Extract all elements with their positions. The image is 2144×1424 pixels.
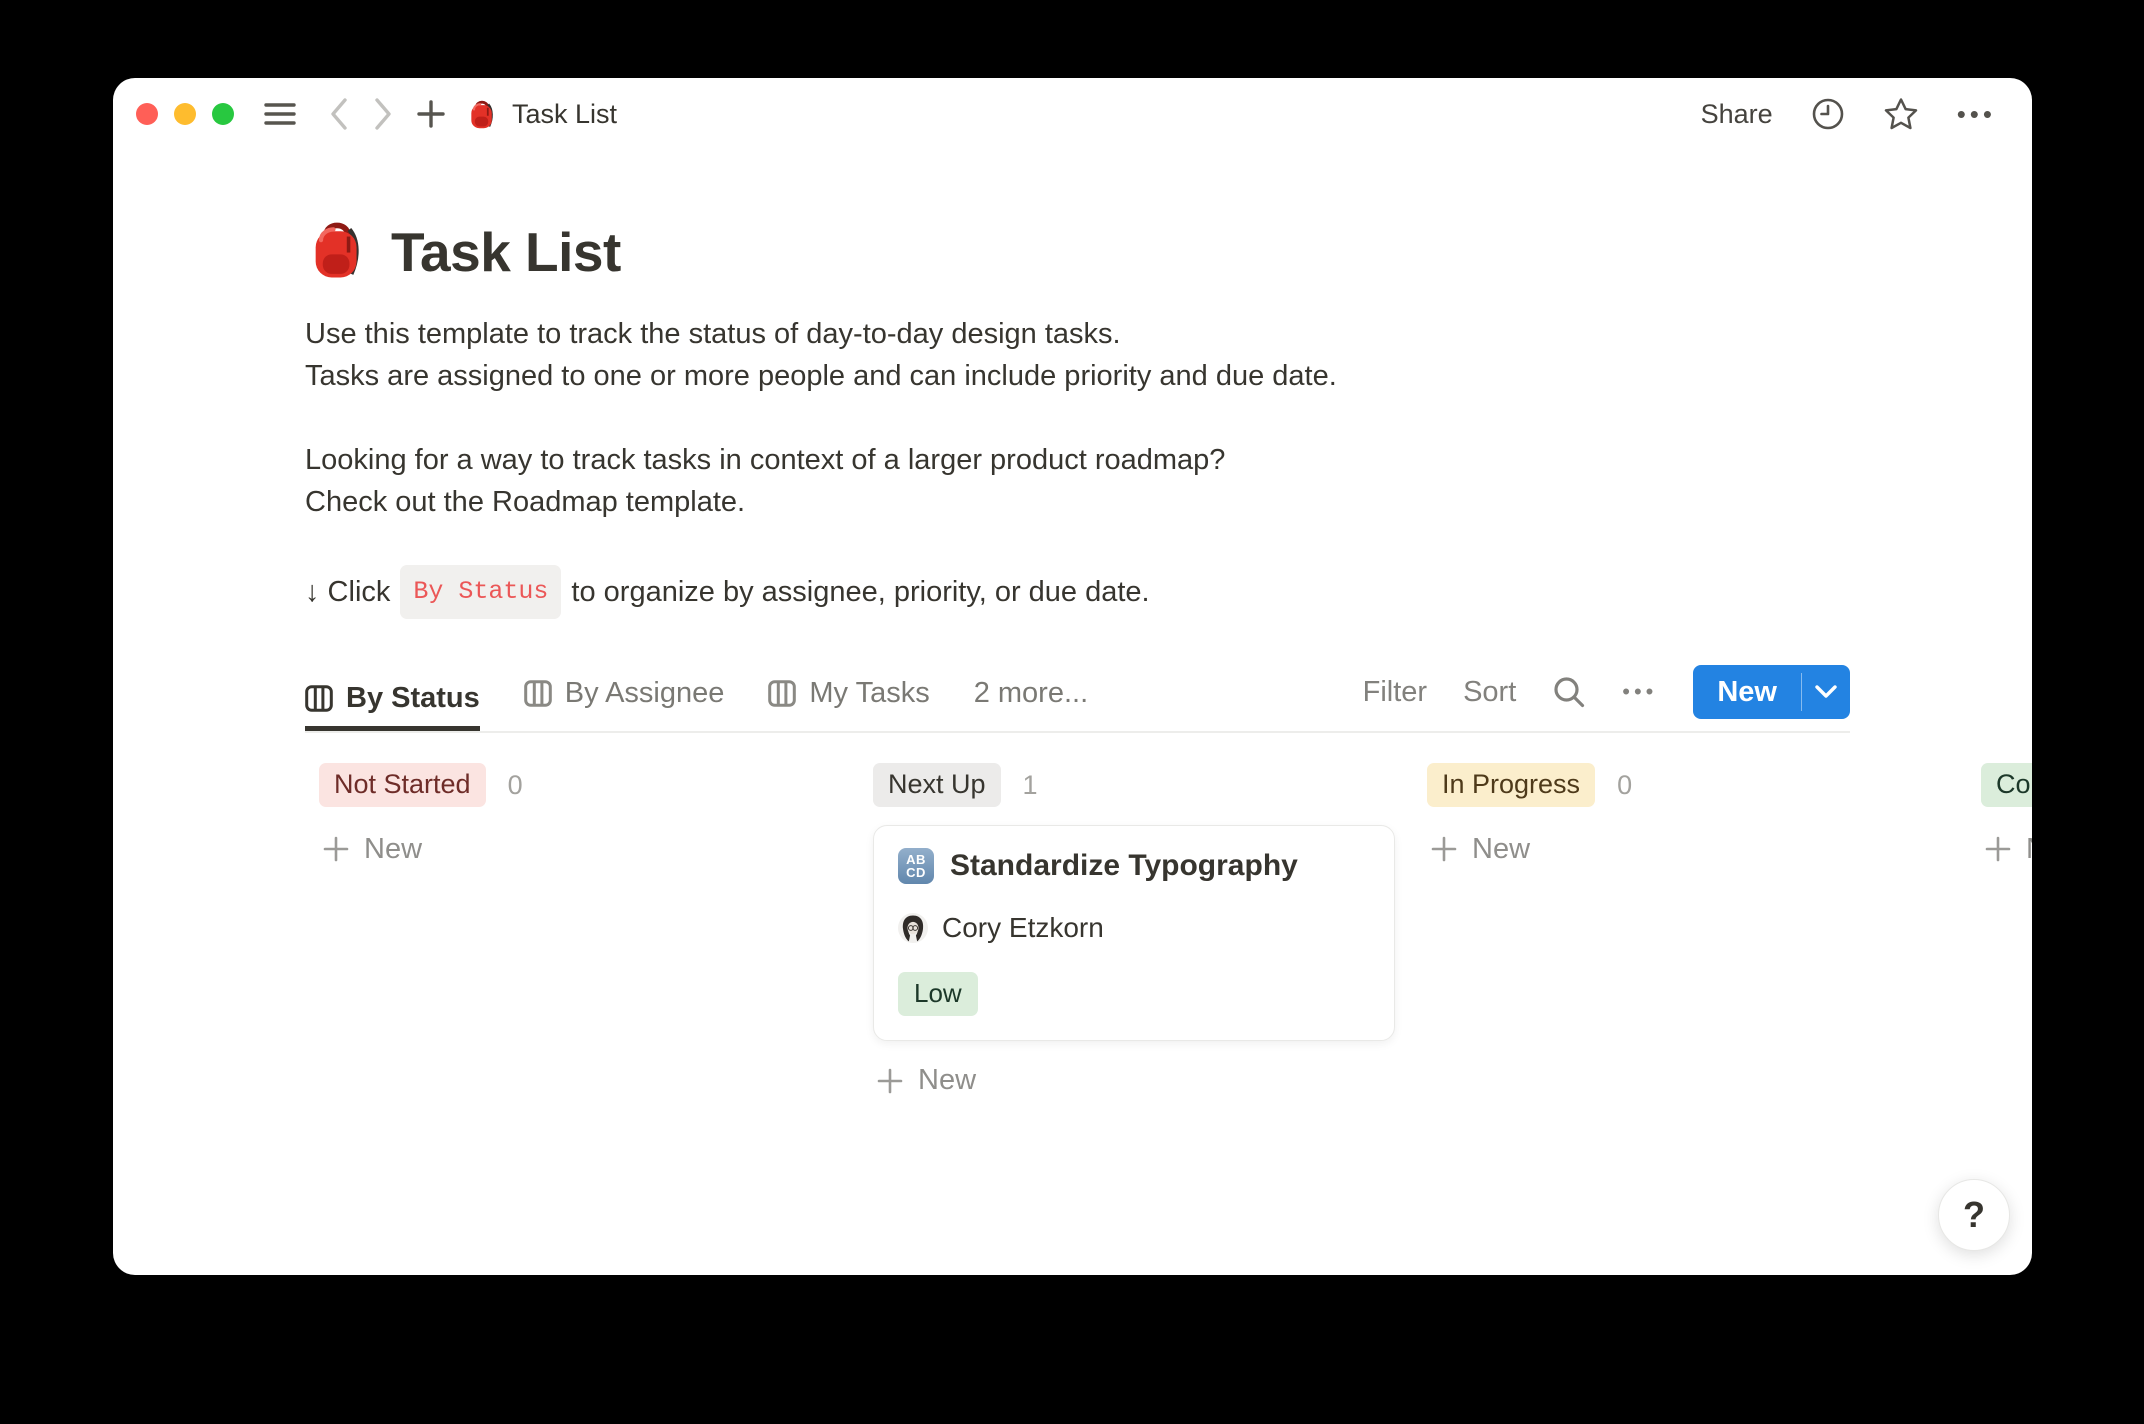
minimize-window-button[interactable] (174, 103, 196, 125)
filter-button[interactable]: Filter (1363, 676, 1427, 709)
description-line: Use this template to track the status of… (305, 313, 1850, 355)
add-card-button[interactable]: New (873, 1057, 1395, 1105)
column-header[interactable]: Next Up 1 (873, 763, 1395, 807)
view-options-icon[interactable]: ••• (1622, 681, 1657, 703)
search-icon[interactable] (1552, 675, 1586, 709)
updates-clock-icon[interactable] (1811, 97, 1845, 131)
abcd-emoji-icon: AB CD (898, 848, 934, 884)
tab-label: My Tasks (809, 677, 929, 710)
favorite-star-icon[interactable] (1883, 97, 1919, 131)
paragraph-spacer (305, 523, 1850, 565)
card-assignee-row: Cory Etzkorn (898, 912, 1370, 944)
priority-badge: Low (898, 972, 978, 1016)
page-backpack-emoji (305, 214, 369, 289)
description-line: Looking for a way to track tasks in cont… (305, 439, 1850, 481)
assignee-name: Cory Etzkorn (942, 912, 1104, 944)
card-title: Standardize Typography (950, 849, 1298, 883)
avatar (898, 913, 928, 943)
column-count: 0 (508, 770, 523, 801)
titlebar-actions: Share ••• (1701, 97, 1996, 131)
board-column-not-started: Not Started 0 New (319, 763, 841, 873)
window-title: Task List (512, 99, 617, 130)
page-header: Task List Use this template to track the… (305, 214, 1850, 619)
card-title-row: AB CD Standardize Typography (898, 848, 1370, 884)
status-badge: Complete (1981, 763, 2032, 806)
status-badge: Not Started (319, 763, 486, 806)
tab-my-tasks[interactable]: My Tasks (768, 667, 929, 731)
tab-by-assignee[interactable]: By Assignee (524, 667, 725, 731)
close-window-button[interactable] (136, 103, 158, 125)
hint-prefix: ↓ Click (305, 571, 390, 613)
status-badge: In Progress (1427, 763, 1595, 806)
tab-by-status[interactable]: By Status (305, 672, 480, 731)
hint-suffix: to organize by assignee, priority, or du… (571, 571, 1149, 613)
column-count: 1 (1023, 770, 1038, 801)
views-row: By Status By Assignee My Tasks 2 more...… (305, 665, 1850, 733)
page-title: Task List (391, 220, 621, 284)
paragraph-spacer (305, 397, 1850, 439)
kanban-board: Not Started 0 New Next Up 1 AB CD S (319, 763, 2032, 1105)
board-column-in-progress: In Progress 0 New (1427, 763, 1949, 873)
share-button[interactable]: Share (1701, 99, 1773, 130)
page-title-row: Task List (305, 214, 1850, 289)
board-column-next-up: Next Up 1 AB CD Standardize Typography (873, 763, 1395, 1105)
add-card-label: New (2026, 833, 2032, 866)
help-button[interactable]: ? (1938, 1179, 2010, 1251)
column-count: 0 (1617, 770, 1632, 801)
page-description: Use this template to track the status of… (305, 313, 1850, 619)
notion-window: Task List Share ••• (113, 78, 2032, 1275)
new-dropdown-chevron-icon[interactable] (1802, 665, 1850, 719)
back-button[interactable] (328, 97, 350, 131)
add-card-button[interactable]: New (319, 825, 841, 873)
tab-label: 2 more... (974, 677, 1088, 710)
tab-label: By Assignee (565, 677, 725, 710)
description-line: Tasks are assigned to one or more people… (305, 355, 1850, 397)
status-badge: Next Up (873, 763, 1001, 806)
add-card-label: New (1472, 833, 1530, 866)
add-card-label: New (364, 833, 422, 866)
view-tabs: By Status By Assignee My Tasks 2 more... (305, 667, 1088, 729)
add-card-button[interactable]: New (1981, 825, 2032, 873)
abcd-bottom-letters: CD (906, 866, 926, 879)
sort-button[interactable]: Sort (1463, 676, 1516, 709)
new-button[interactable]: New (1693, 665, 1801, 719)
description-line: Check out the Roadmap template. (305, 481, 1850, 523)
hint-code-chip: By Status (400, 565, 561, 619)
column-header[interactable]: Complete (1981, 763, 2032, 807)
add-card-label: New (918, 1064, 976, 1097)
zoom-window-button[interactable] (212, 103, 234, 125)
task-card[interactable]: AB CD Standardize Typography (873, 825, 1395, 1041)
column-header[interactable]: In Progress 0 (1427, 763, 1949, 807)
backpack-emoji-icon (466, 97, 498, 131)
forward-button[interactable] (372, 97, 394, 131)
titlebar: Task List Share ••• (113, 78, 2032, 150)
add-card-button[interactable]: New (1427, 825, 1949, 873)
sidebar-toggle-icon[interactable] (264, 101, 296, 127)
new-split-button: New (1693, 665, 1850, 719)
hint-line: ↓ Click By Status to organize by assigne… (305, 565, 1850, 619)
view-toolbar: Filter Sort ••• New (1363, 665, 1850, 731)
new-tab-button[interactable] (416, 99, 446, 129)
tab-more-views[interactable]: 2 more... (974, 667, 1088, 731)
board-column-complete: Complete New (1981, 763, 2032, 873)
window-more-icon[interactable]: ••• (1957, 101, 1996, 127)
tab-label: By Status (346, 682, 480, 715)
column-header[interactable]: Not Started 0 (319, 763, 841, 807)
window-controls (136, 103, 234, 125)
